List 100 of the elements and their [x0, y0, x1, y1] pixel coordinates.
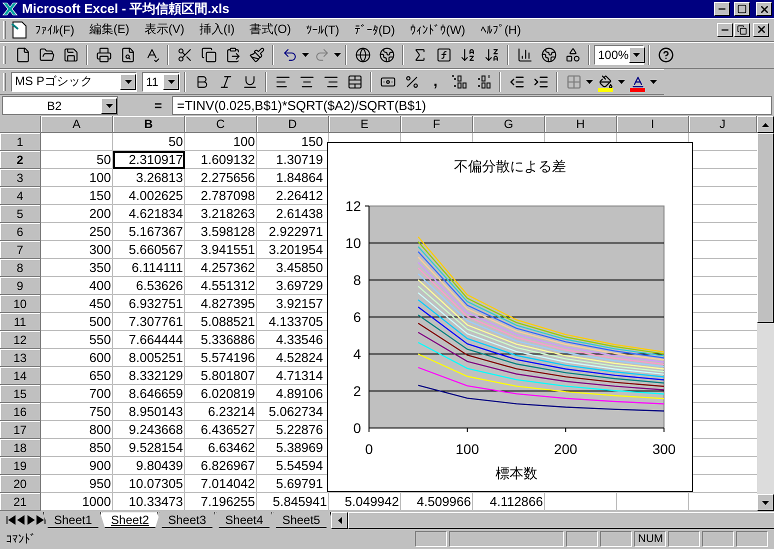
table-cell[interactable]: 6.23214 — [185, 403, 257, 422]
table-cell[interactable]: 1000 — [41, 493, 113, 512]
row-header[interactable]: 15 — [0, 385, 41, 404]
row-header[interactable]: 19 — [0, 457, 41, 476]
table-cell[interactable]: 5.336886 — [185, 331, 257, 350]
comma-style-button[interactable]: , — [424, 70, 447, 93]
table-cell[interactable]: 4.133705 — [257, 313, 329, 332]
table-cell[interactable]: 650 — [41, 367, 113, 386]
menu-item[interactable]: ﾃﾞｰﾀ(D) — [347, 20, 402, 39]
table-cell[interactable]: 2.26412 — [257, 187, 329, 206]
scroll-left-button[interactable] — [331, 512, 348, 529]
sheet-tab[interactable]: Sheet3 — [157, 512, 218, 528]
table-cell[interactable]: 3.92157 — [257, 295, 329, 314]
column-header[interactable]: A — [41, 116, 113, 134]
column-header[interactable]: G — [473, 116, 545, 134]
table-cell[interactable]: 4.551312 — [185, 277, 257, 296]
table-cell[interactable]: 7.307761 — [113, 313, 185, 332]
table-cell[interactable]: 3.69729 — [257, 277, 329, 296]
table-cell[interactable]: 450 — [41, 295, 113, 314]
zoom-dropdown[interactable]: 100% — [594, 45, 644, 66]
table-cell[interactable]: 5.062734 — [257, 403, 329, 422]
table-cell[interactable]: 6.114111 — [113, 259, 185, 278]
vertical-scrollbar[interactable] — [757, 116, 774, 512]
menu-item[interactable]: ｳｨﾝﾄﾞｳ(W) — [402, 20, 472, 39]
tab-scroll-button[interactable] — [36, 512, 46, 528]
table-cell[interactable]: 10.33473 — [113, 493, 185, 512]
table-cell[interactable]: 900 — [41, 457, 113, 476]
table-cell[interactable]: 3.598128 — [185, 223, 257, 242]
row-header[interactable]: 5 — [0, 205, 41, 224]
column-header[interactable]: C — [185, 116, 257, 134]
table-cell[interactable]: 4.257362 — [185, 259, 257, 278]
table-cell[interactable]: 5.54594 — [257, 457, 329, 476]
table-cell[interactable]: 2.275656 — [185, 169, 257, 188]
table-cell[interactable]: 5.167367 — [113, 223, 185, 242]
table-cell[interactable]: 500 — [41, 313, 113, 332]
column-header[interactable]: D — [257, 116, 329, 134]
row-header[interactable]: 21 — [0, 493, 41, 512]
row-header[interactable]: 16 — [0, 403, 41, 422]
table-cell[interactable]: 2.61438 — [257, 205, 329, 224]
restore-button[interactable] — [734, 22, 750, 37]
table-cell[interactable]: 2.922971 — [257, 223, 329, 242]
close-button[interactable] — [753, 22, 769, 37]
table-cell[interactable]: 50 — [41, 151, 113, 170]
row-header[interactable]: 3 — [0, 169, 41, 188]
column-header[interactable]: F — [401, 116, 473, 134]
menu-item[interactable]: 挿入(I) — [192, 19, 242, 40]
menu-item[interactable]: ﾂｰﾙ(T) — [298, 20, 346, 39]
menu-item[interactable]: 表示(V) — [137, 19, 192, 40]
table-cell[interactable]: 5.801807 — [185, 367, 257, 386]
table-cell[interactable]: 3.218263 — [185, 205, 257, 224]
scroll-thumb[interactable] — [757, 133, 774, 324]
sheet-tab[interactable]: Sheet4 — [214, 512, 274, 528]
row-header[interactable]: 12 — [0, 331, 41, 350]
table-cell[interactable]: 200 — [41, 205, 113, 224]
name-box[interactable]: B2 — [2, 96, 118, 116]
table-cell[interactable]: 5.845941 — [257, 493, 329, 512]
table-cell[interactable]: 1.30719 — [257, 151, 329, 170]
scroll-down-button[interactable] — [757, 494, 774, 512]
table-cell[interactable]: 4.112866 — [473, 493, 545, 512]
table-cell[interactable]: 2.310917 — [113, 151, 185, 170]
table-cell[interactable]: 4.52824 — [257, 349, 329, 368]
table-cell[interactable]: 6.932751 — [113, 295, 185, 314]
scroll-up-button[interactable] — [757, 116, 774, 134]
font-size-dropdown[interactable]: 11 — [142, 72, 180, 92]
table-cell[interactable]: 3.45850 — [257, 259, 329, 278]
table-cell[interactable]: 5.088521 — [185, 313, 257, 332]
close-button[interactable] — [756, 2, 772, 16]
table-cell[interactable]: 8.005251 — [113, 349, 185, 368]
sheet-tab[interactable]: Sheet5 — [271, 512, 332, 528]
table-cell[interactable]: 350 — [41, 259, 113, 278]
table-cell[interactable]: 950 — [41, 475, 113, 494]
column-header[interactable]: E — [329, 116, 401, 134]
table-cell[interactable]: 850 — [41, 439, 113, 458]
table-cell[interactable]: 6.020819 — [185, 385, 257, 404]
table-cell[interactable]: 7.014042 — [185, 475, 257, 494]
table-cell[interactable]: 9.243668 — [113, 421, 185, 440]
tab-scroll-button[interactable] — [6, 512, 16, 528]
table-cell[interactable]: 1.84864 — [257, 169, 329, 188]
table-cell[interactable]: 100 — [41, 169, 113, 188]
row-header[interactable]: 9 — [0, 277, 41, 296]
column-header[interactable]: H — [545, 116, 617, 134]
select-all-button[interactable] — [0, 116, 41, 134]
row-header[interactable]: 10 — [0, 295, 41, 314]
table-cell[interactable]: 8.950143 — [113, 403, 185, 422]
menu-item[interactable]: 書式(O) — [242, 19, 298, 40]
table-cell[interactable]: 7.664444 — [113, 331, 185, 350]
table-cell[interactable]: 2.787098 — [185, 187, 257, 206]
table-cell[interactable]: 4.002625 — [113, 187, 185, 206]
table-cell[interactable]: 9.528154 — [113, 439, 185, 458]
table-cell[interactable]: 1.609132 — [185, 151, 257, 170]
table-cell[interactable]: 6.826967 — [185, 457, 257, 476]
sheet-tab[interactable]: Sheet2 — [100, 512, 160, 528]
table-cell[interactable]: 3.26813 — [113, 169, 185, 188]
table-cell[interactable]: 3.941551 — [185, 241, 257, 260]
table-cell[interactable]: 4.33546 — [257, 331, 329, 350]
table-cell[interactable]: 400 — [41, 277, 113, 296]
row-header[interactable]: 20 — [0, 475, 41, 494]
tab-scroll-button[interactable] — [26, 512, 36, 528]
table-cell[interactable]: 4.89106 — [257, 385, 329, 404]
table-cell[interactable]: 6.63462 — [185, 439, 257, 458]
